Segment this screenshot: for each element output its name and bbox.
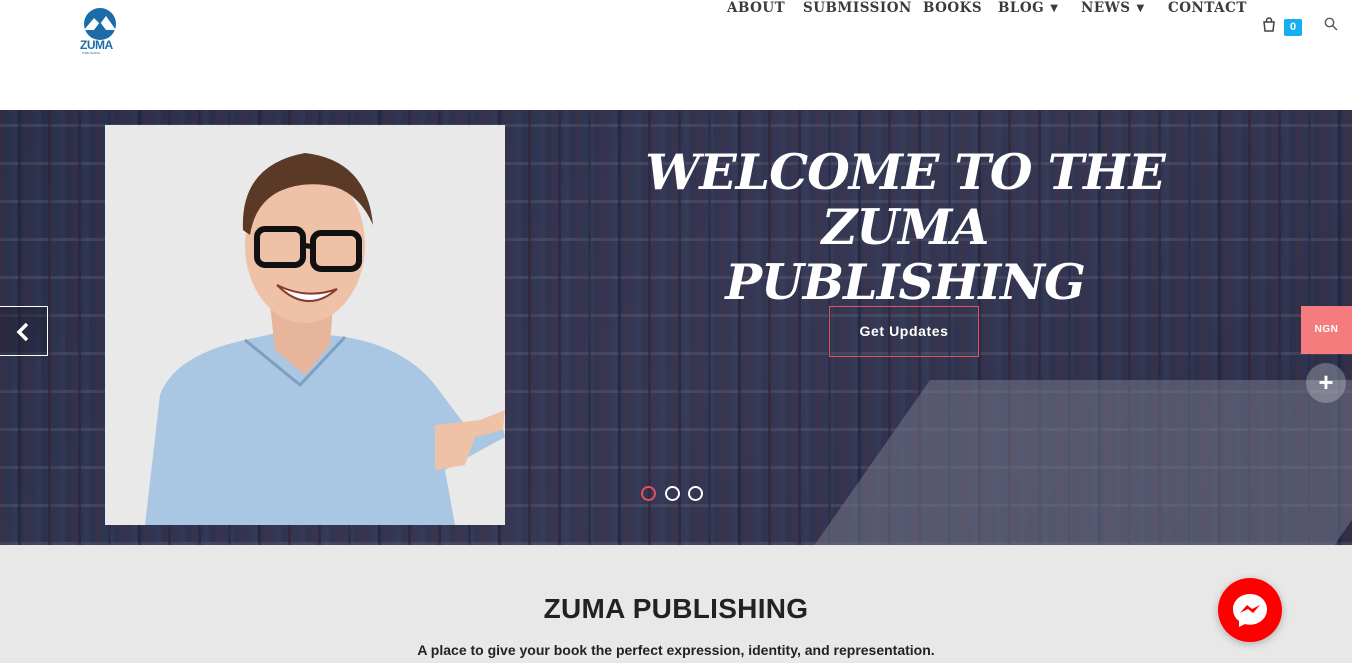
- hero-title: WELCOME TO THE ZUMA PUBLISHING: [640, 145, 1170, 310]
- hero-title-line2: ZUMA PUBLISHING: [725, 198, 1086, 311]
- slider-dot-1[interactable]: [641, 486, 656, 501]
- smiling-man-photo: [105, 125, 505, 525]
- nav-about-label: ABOUT: [727, 0, 786, 16]
- slider-prev-button[interactable]: [0, 306, 48, 356]
- hero-title-line1: WELCOME TO THE: [645, 143, 1165, 201]
- nav-blog-label: BLOG: [998, 0, 1045, 16]
- chevron-down-icon: ▼: [1050, 3, 1059, 14]
- chevron-left-icon: [16, 322, 29, 342]
- slider-dot-2[interactable]: [665, 486, 680, 501]
- nav-submission-label: SUBMISSION: [803, 0, 912, 16]
- logo-text: ZUMA: [80, 38, 113, 52]
- cart-count-badge[interactable]: 0: [1284, 19, 1302, 36]
- search-icon[interactable]: [1324, 17, 1340, 33]
- nav-contact-label: CONTACT: [1168, 0, 1247, 16]
- intro-title: ZUMA PUBLISHING: [543, 593, 809, 624]
- chevron-down-icon: ▼: [1136, 3, 1145, 14]
- currency-switcher[interactable]: NGN: [1301, 306, 1352, 354]
- nav-submission[interactable]: SUBMISSION: [803, 0, 912, 16]
- messenger-chat-button[interactable]: [1218, 578, 1282, 642]
- nav-news[interactable]: NEWS ▼: [1081, 0, 1145, 16]
- messenger-icon: [1233, 594, 1267, 627]
- site-header: ZUMA PUBLISHING ABOUT SUBMISSION BOOKS B…: [0, 0, 1352, 110]
- nav-news-label: NEWS: [1081, 0, 1131, 16]
- intro-section: ZUMA PUBLISHING A place to give your boo…: [0, 545, 1352, 663]
- nav-books[interactable]: BOOKS: [923, 0, 982, 16]
- nav-about[interactable]: ABOUT: [727, 0, 785, 16]
- intro-subtitle: A place to give your book the perfect ex…: [417, 642, 935, 658]
- get-updates-button[interactable]: Get Updates: [829, 306, 979, 357]
- shopping-bag-icon[interactable]: [1262, 17, 1278, 33]
- nav-contact[interactable]: CONTACT: [1168, 0, 1247, 16]
- nav-books-label: BOOKS: [923, 0, 983, 16]
- nav-blog[interactable]: BLOG ▼: [998, 0, 1058, 16]
- hero-slider: WELCOME TO THE ZUMA PUBLISHING Get Updat…: [0, 110, 1352, 545]
- slider-dot-3[interactable]: [688, 486, 703, 501]
- logo-subtext: PUBLISHING: [82, 51, 101, 55]
- plus-icon[interactable]: +: [1306, 363, 1346, 403]
